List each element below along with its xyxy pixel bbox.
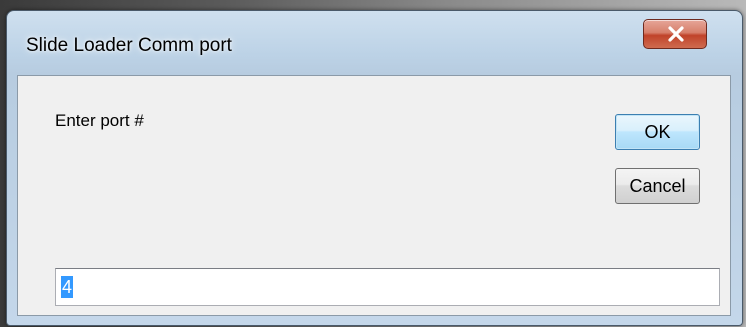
cancel-button[interactable]: Cancel (615, 168, 700, 204)
close-icon (668, 26, 684, 42)
close-button[interactable] (643, 19, 707, 49)
title-bar[interactable]: Slide Loader Comm port (7, 11, 742, 75)
dialog-body: Enter port # OK Cancel 4 (17, 75, 731, 316)
port-input[interactable]: 4 (55, 268, 720, 306)
window-title: Slide Loader Comm port (26, 35, 232, 56)
ok-button[interactable]: OK (615, 114, 700, 150)
port-input-value: 4 (61, 276, 74, 298)
prompt-label: Enter port # (55, 111, 144, 130)
dialog-window: Slide Loader Comm port Enter port # OK C… (6, 10, 743, 326)
